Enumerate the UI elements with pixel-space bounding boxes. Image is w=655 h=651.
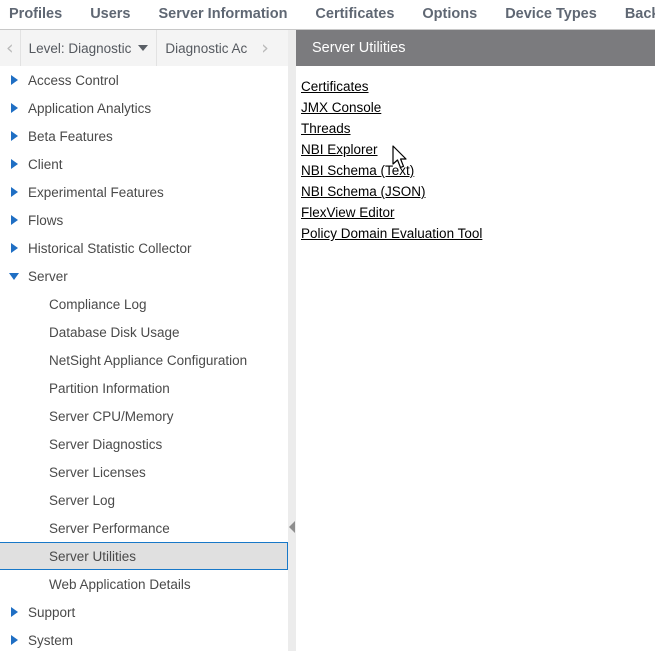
chevron-right-icon[interactable] bbox=[0, 187, 28, 197]
sidebar-item-partition-information[interactable]: Partition Information bbox=[0, 374, 288, 402]
breadcrumb: ‹ Level: Diagnostic Diagnostic Ac › bbox=[0, 30, 288, 66]
chevron-right-icon[interactable] bbox=[0, 607, 28, 617]
tree-toggle-triangle bbox=[10, 635, 18, 645]
sidebar-item-label: Support bbox=[28, 604, 76, 620]
tree-toggle-triangle bbox=[10, 187, 18, 197]
sidebar-item-label: Historical Statistic Collector bbox=[28, 240, 192, 256]
sidebar-item-label: Experimental Features bbox=[28, 184, 164, 200]
sidebar-item-server-diagnostics[interactable]: Server Diagnostics bbox=[0, 430, 288, 458]
tree-toggle-triangle bbox=[10, 159, 18, 169]
sidebar-item-server[interactable]: Server bbox=[0, 262, 288, 290]
sidebar-item-label: Client bbox=[28, 156, 63, 172]
link-jmx-console[interactable]: JMX Console bbox=[301, 97, 381, 118]
tab-options[interactable]: Options bbox=[408, 0, 491, 29]
chevron-right-icon[interactable] bbox=[0, 215, 28, 225]
chevron-left-icon[interactable]: ‹ bbox=[0, 38, 20, 58]
sidebar-item-label: Beta Features bbox=[28, 128, 113, 144]
chevron-right-icon[interactable] bbox=[0, 243, 28, 253]
chevron-right-icon[interactable]: › bbox=[255, 38, 275, 58]
tree-toggle-triangle bbox=[10, 75, 18, 85]
sidebar-item-compliance-log[interactable]: Compliance Log bbox=[0, 290, 288, 318]
sidebar-item-server-utilities[interactable]: Server Utilities bbox=[0, 542, 288, 570]
breadcrumb-item-level[interactable]: Level: Diagnostic bbox=[21, 41, 157, 56]
sidebar-item-historical-statistic-collector[interactable]: Historical Statistic Collector bbox=[0, 234, 288, 262]
chevron-right-icon[interactable] bbox=[0, 131, 28, 141]
content-panel: Server Utilities Certificates JMX Console… bbox=[296, 30, 655, 651]
tab-users[interactable]: Users bbox=[76, 0, 144, 29]
link-flexview-editor[interactable]: FlexView Editor bbox=[301, 202, 395, 223]
sidebar-item-access-control[interactable]: Access Control bbox=[0, 66, 288, 94]
sidebar-item-client[interactable]: Client bbox=[0, 150, 288, 178]
sidebar-item-beta-features[interactable]: Beta Features bbox=[0, 122, 288, 150]
sidebar-item-label: System bbox=[28, 632, 74, 648]
sidebar-item-label: Web Application Details bbox=[49, 576, 191, 592]
chevron-right-icon[interactable] bbox=[0, 159, 28, 169]
sidebar-item-label: Server Licenses bbox=[49, 464, 146, 480]
tab-profiles[interactable]: Profiles bbox=[0, 0, 76, 29]
chevron-down-icon[interactable] bbox=[138, 45, 149, 51]
sidebar-item-system[interactable]: System bbox=[0, 626, 288, 651]
tree-toggle-triangle bbox=[10, 131, 18, 141]
tree-toggle-triangle bbox=[10, 103, 18, 113]
chevron-right-icon[interactable] bbox=[0, 103, 28, 113]
collapse-arrow-icon[interactable] bbox=[288, 517, 296, 537]
link-nbi-schema-json[interactable]: NBI Schema (JSON) bbox=[301, 181, 426, 202]
sidebar-item-label: Database Disk Usage bbox=[49, 324, 180, 340]
breadcrumb-item-diagnostic[interactable]: Diagnostic Ac bbox=[157, 41, 255, 56]
sidebar-item-database-disk-usage[interactable]: Database Disk Usage bbox=[0, 318, 288, 346]
link-certificates[interactable]: Certificates bbox=[301, 76, 369, 97]
panel-splitter[interactable] bbox=[288, 30, 296, 651]
tab-back[interactable]: Back bbox=[611, 0, 655, 29]
sidebar-item-experimental-features[interactable]: Experimental Features bbox=[0, 178, 288, 206]
tab-device-types[interactable]: Device Types bbox=[491, 0, 611, 29]
sidebar-item-label: NetSight Appliance Configuration bbox=[49, 352, 248, 368]
link-threads[interactable]: Threads bbox=[301, 118, 351, 139]
tree-toggle-triangle bbox=[10, 215, 18, 225]
sidebar-item-web-application-details[interactable]: Web Application Details bbox=[0, 570, 288, 598]
sidebar-item-label: Compliance Log bbox=[49, 296, 147, 312]
breadcrumb-item-diagnostic-label: Diagnostic Ac bbox=[165, 40, 248, 56]
link-nbi-explorer[interactable]: NBI Explorer bbox=[301, 139, 378, 160]
sidebar-tree: Access Control Application Analytics Beta … bbox=[0, 66, 288, 651]
sidebar-item-support[interactable]: Support bbox=[0, 598, 288, 626]
tab-server-information[interactable]: Server Information bbox=[145, 0, 302, 29]
chevron-right-icon[interactable] bbox=[0, 75, 28, 85]
chevron-right-icon[interactable] bbox=[0, 635, 28, 645]
sidebar-item-application-analytics[interactable]: Application Analytics bbox=[0, 94, 288, 122]
tree-toggle-triangle bbox=[9, 272, 19, 280]
tree-toggle-triangle bbox=[10, 243, 18, 253]
sidebar-item-server-cpu-memory[interactable]: Server CPU/Memory bbox=[0, 402, 288, 430]
sidebar-item-server-licenses[interactable]: Server Licenses bbox=[0, 458, 288, 486]
sidebar-item-label: Access Control bbox=[28, 72, 119, 88]
server-utilities-link-list: Certificates JMX Console Threads NBI Explor… bbox=[296, 66, 655, 244]
sidebar-item-label: Server Utilities bbox=[49, 548, 137, 564]
link-policy-domain-evaluation-tool[interactable]: Policy Domain Evaluation Tool bbox=[301, 223, 482, 244]
sidebar-item-label: Application Analytics bbox=[28, 100, 152, 116]
sidebar-item-server-log[interactable]: Server Log bbox=[0, 486, 288, 514]
sidebar-item-server-performance[interactable]: Server Performance bbox=[0, 514, 288, 542]
sidebar-item-label: Flows bbox=[28, 212, 64, 228]
page-title: Server Utilities bbox=[296, 30, 655, 66]
tree-toggle-triangle bbox=[10, 607, 18, 617]
sidebar-item-label: Server CPU/Memory bbox=[49, 408, 174, 424]
link-nbi-schema-text[interactable]: NBI Schema (Text) bbox=[301, 160, 414, 181]
sidebar-item-label: Server bbox=[28, 268, 68, 284]
tab-certificates[interactable]: Certificates bbox=[301, 0, 408, 29]
sidebar-item-label: Server Diagnostics bbox=[49, 436, 163, 452]
sidebar-item-label: Server Performance bbox=[49, 520, 170, 536]
page-title-label: Server Utilities bbox=[312, 40, 406, 56]
sidebar-item-netsight-appliance-configuration[interactable]: NetSight Appliance Configuration bbox=[0, 346, 288, 374]
chevron-down-icon[interactable] bbox=[0, 272, 28, 280]
sidebar-item-label: Partition Information bbox=[49, 380, 170, 396]
main-tab-bar: Profiles Users Server Information Certifica… bbox=[0, 0, 655, 30]
sidebar-item-label: Server Log bbox=[49, 492, 116, 508]
sidebar-item-flows[interactable]: Flows bbox=[0, 206, 288, 234]
breadcrumb-item-level-label: Level: Diagnostic bbox=[28, 40, 132, 56]
